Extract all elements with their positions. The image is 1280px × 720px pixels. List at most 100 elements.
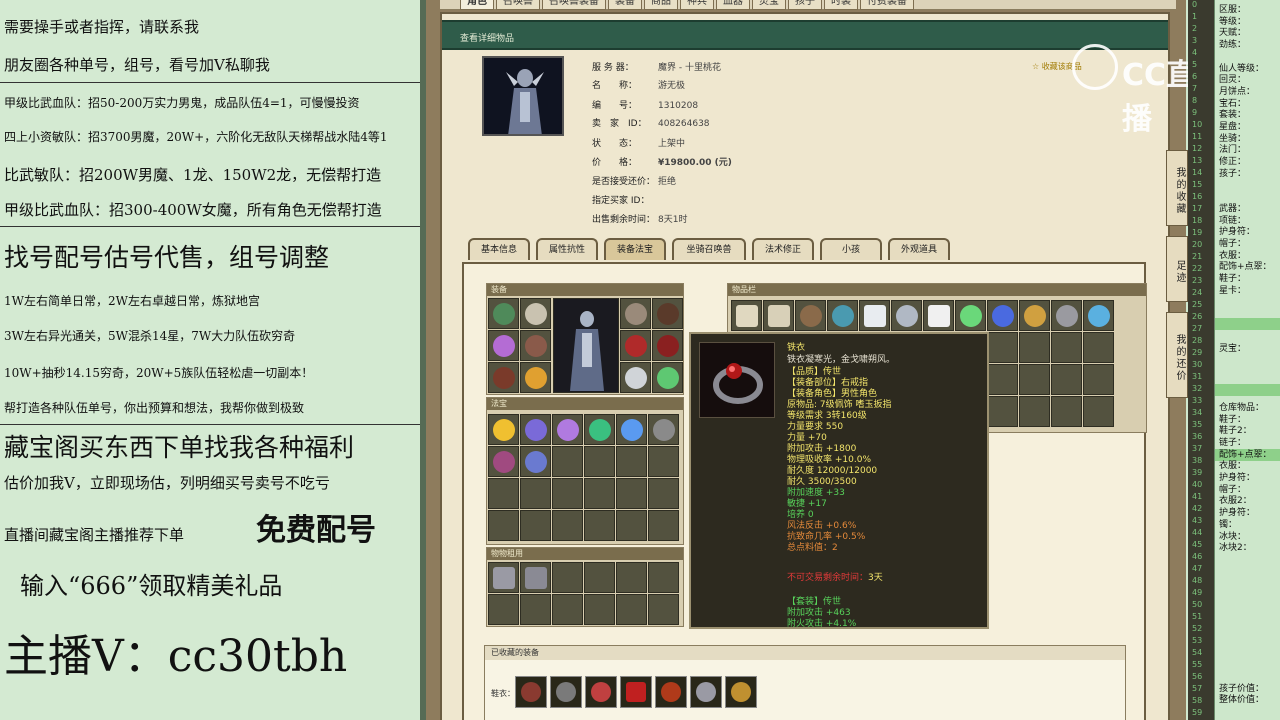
fabao-slot[interactable] <box>584 446 615 477</box>
rental-slot[interactable] <box>552 562 583 593</box>
my-favorites-button[interactable]: 我的收藏 <box>1166 150 1188 226</box>
equip-slot[interactable] <box>488 298 519 329</box>
fabao-slot[interactable] <box>520 510 551 541</box>
equip-slot[interactable] <box>652 298 683 329</box>
inventory-slot[interactable] <box>987 300 1018 331</box>
inventory-slot[interactable] <box>859 300 890 331</box>
inventory-slot[interactable] <box>1019 300 1050 331</box>
fabao-slot[interactable] <box>488 414 519 445</box>
fabao-slot[interactable] <box>552 510 583 541</box>
equip-slot[interactable] <box>652 362 683 393</box>
rental-slot[interactable] <box>584 594 615 625</box>
equip-slot[interactable] <box>652 330 683 361</box>
inventory-slot[interactable] <box>1051 396 1082 427</box>
inventory-slot[interactable] <box>1051 332 1082 363</box>
rental-slot[interactable] <box>616 594 647 625</box>
top-tab[interactable]: 装备 <box>608 0 642 10</box>
equip-slot[interactable] <box>620 298 651 329</box>
inventory-slot[interactable] <box>1019 364 1050 395</box>
equip-slot[interactable] <box>620 362 651 393</box>
top-tab[interactable]: 时装 <box>824 0 858 10</box>
tab-child[interactable]: 小孩 <box>820 238 882 260</box>
tab-spell[interactable]: 法术修正 <box>752 238 814 260</box>
top-tab[interactable]: 孩子 <box>788 0 822 10</box>
top-tab[interactable]: 角色 <box>460 0 494 10</box>
fabao-slot[interactable] <box>552 446 583 477</box>
inventory-slot[interactable] <box>923 300 954 331</box>
tab-appearance[interactable]: 外观道具 <box>888 238 950 260</box>
fabao-slot[interactable] <box>552 478 583 509</box>
fabao-slot[interactable] <box>584 510 615 541</box>
rental-slot[interactable] <box>648 594 679 625</box>
inventory-slot[interactable] <box>1051 364 1082 395</box>
inventory-slot[interactable] <box>987 364 1018 395</box>
equip-slot[interactable] <box>488 362 519 393</box>
fabao-slot[interactable] <box>648 478 679 509</box>
fabao-slot[interactable] <box>648 510 679 541</box>
inventory-slot[interactable] <box>1083 332 1114 363</box>
fabao-slot[interactable] <box>648 414 679 445</box>
favorite-item[interactable] <box>585 676 617 708</box>
rental-slot[interactable] <box>488 562 519 593</box>
rental-slot[interactable] <box>552 594 583 625</box>
equip-slot[interactable] <box>620 330 651 361</box>
top-tab[interactable]: 商品 <box>644 0 678 10</box>
inventory-slot[interactable] <box>763 300 794 331</box>
favorite-item[interactable] <box>515 676 547 708</box>
equip-slot[interactable] <box>520 330 551 361</box>
my-bargain-button[interactable]: 我的还价 <box>1166 312 1188 398</box>
top-tab[interactable]: 召唤兽 <box>496 0 540 10</box>
fabao-slot[interactable] <box>520 446 551 477</box>
fabao-slot[interactable] <box>520 478 551 509</box>
rental-slot[interactable] <box>584 562 615 593</box>
rental-slot[interactable] <box>648 562 679 593</box>
top-tab[interactable]: 灵宝 <box>752 0 786 10</box>
favorite-item[interactable] <box>725 676 757 708</box>
inventory-slot[interactable] <box>1083 364 1114 395</box>
inventory-slot[interactable] <box>987 332 1018 363</box>
fabao-slot[interactable] <box>616 446 647 477</box>
top-tab[interactable]: 血器 <box>716 0 750 10</box>
fabao-slot[interactable] <box>616 510 647 541</box>
inventory-slot[interactable] <box>1083 396 1114 427</box>
fabao-slot[interactable] <box>616 478 647 509</box>
favorite-item[interactable] <box>620 676 652 708</box>
inventory-slot[interactable] <box>795 300 826 331</box>
top-tab[interactable]: 付费装备 <box>860 0 914 10</box>
footprint-button[interactable]: 足迹 <box>1166 236 1188 302</box>
tab-basic-info[interactable]: 基本信息 <box>468 238 530 260</box>
fabao-slot[interactable] <box>616 414 647 445</box>
fabao-slot[interactable] <box>520 414 551 445</box>
equip-slot[interactable] <box>520 298 551 329</box>
favorite-item[interactable] <box>690 676 722 708</box>
equip-slot[interactable] <box>520 362 551 393</box>
inventory-slot[interactable] <box>827 300 858 331</box>
fabao-slot[interactable] <box>552 414 583 445</box>
tab-equipment[interactable]: 装备法宝 <box>604 238 666 260</box>
inventory-slot[interactable] <box>1019 396 1050 427</box>
rental-slot[interactable] <box>616 562 647 593</box>
fabao-slot[interactable] <box>488 446 519 477</box>
inventory-slot[interactable] <box>1051 300 1082 331</box>
favorite-item[interactable] <box>655 676 687 708</box>
fabao-slot[interactable] <box>584 478 615 509</box>
inventory-slot[interactable] <box>891 300 922 331</box>
inventory-slot[interactable] <box>1019 332 1050 363</box>
fabao-slot[interactable] <box>648 446 679 477</box>
top-tab[interactable]: 神兵 <box>680 0 714 10</box>
favorite-item[interactable] <box>550 676 582 708</box>
inventory-slot[interactable] <box>987 396 1018 427</box>
rental-slot[interactable] <box>520 594 551 625</box>
rental-slot[interactable] <box>520 562 551 593</box>
inventory-slot[interactable] <box>955 300 986 331</box>
tab-attributes[interactable]: 属性抗性 <box>536 238 598 260</box>
fabao-slot[interactable] <box>488 478 519 509</box>
top-tab[interactable]: 召唤兽装备 <box>542 0 606 10</box>
rental-slot[interactable] <box>488 594 519 625</box>
inventory-slot[interactable] <box>1083 300 1114 331</box>
inventory-slot[interactable] <box>731 300 762 331</box>
equip-slot[interactable] <box>488 330 519 361</box>
fabao-slot[interactable] <box>584 414 615 445</box>
fabao-slot[interactable] <box>488 510 519 541</box>
tab-mount-pet[interactable]: 坐骑召唤兽 <box>672 238 746 260</box>
